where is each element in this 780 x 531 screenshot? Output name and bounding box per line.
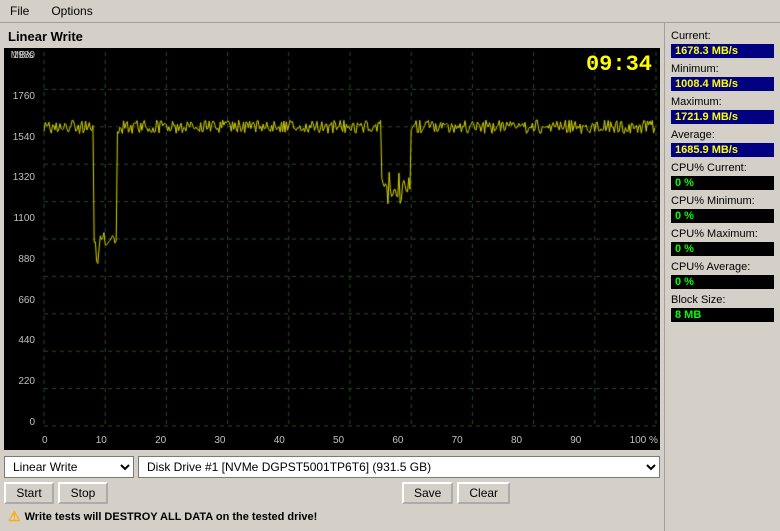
menu-file[interactable]: File [4,2,35,20]
x-label-80: 80 [511,435,522,446]
menu-options[interactable]: Options [45,2,98,20]
y-label-1320: 1320 [6,172,38,183]
maximum-label: Maximum: [671,96,774,108]
minimum-label: Minimum: [671,63,774,75]
drive-select[interactable]: Disk Drive #1 [NVMe DGPST5001TP6T6] (931… [138,456,660,478]
y-axis: 0 220 440 660 880 1100 1320 1540 1760 19… [4,48,40,430]
chart-title: Linear Write [4,27,660,48]
y-unit: MB/s [4,50,40,61]
timer-display: 09:34 [586,52,652,77]
x-label-90: 90 [570,435,581,446]
left-panel: Linear Write 0 220 440 660 880 1100 1320… [0,23,665,531]
x-label-50: 50 [333,435,344,446]
y-label-880: 880 [6,254,38,265]
start-button[interactable]: Start [4,482,54,504]
y-label-1100: 1100 [6,213,38,224]
controls-row: Linear Write Linear Read Random Write Ra… [4,454,660,480]
x-label-40: 40 [274,435,285,446]
clear-button[interactable]: Clear [457,482,510,504]
x-label-20: 20 [155,435,166,446]
buttons-row: Start Stop Save Clear [4,480,660,506]
cpu-minimum-label: CPU% Minimum: [671,195,774,207]
save-button[interactable]: Save [402,482,453,504]
block-size-value: 8 MB [671,308,774,322]
main-container: Linear Write 0 220 440 660 880 1100 1320… [0,23,780,531]
x-label-60: 60 [392,435,403,446]
cpu-maximum-label: CPU% Maximum: [671,228,774,240]
maximum-value: 1721.9 MB/s [671,110,774,124]
current-value: 1678.3 MB/s [671,44,774,58]
cpu-average-label: CPU% Average: [671,261,774,273]
chart-canvas-container: 09:34 [40,48,660,430]
x-label-0: 0 [42,435,48,446]
x-label-30: 30 [214,435,225,446]
average-label: Average: [671,129,774,141]
cpu-current-value: 0 % [671,176,774,190]
current-label: Current: [671,30,774,42]
stop-button[interactable]: Stop [58,482,108,504]
y-label-220: 220 [6,376,38,387]
chart-canvas [40,48,660,430]
x-label-70: 70 [452,435,463,446]
warning-text: Write tests will DESTROY ALL DATA on the… [25,511,318,523]
y-label-1760: 1760 [6,91,38,102]
warning-icon: ⚠ [8,508,21,525]
x-label-100: 100 % [630,435,658,446]
test-select[interactable]: Linear Write Linear Read Random Write Ra… [4,456,134,478]
average-value: 1685.9 MB/s [671,143,774,157]
y-label-1540: 1540 [6,132,38,143]
chart-area: 0 220 440 660 880 1100 1320 1540 1760 19… [4,48,660,450]
cpu-minimum-value: 0 % [671,209,774,223]
y-label-0: 0 [6,417,38,428]
cpu-current-label: CPU% Current: [671,162,774,174]
block-size-label: Block Size: [671,294,774,306]
x-label-10: 10 [96,435,107,446]
right-panel: Current: 1678.3 MB/s Minimum: 1008.4 MB/… [665,23,780,531]
cpu-average-value: 0 % [671,275,774,289]
minimum-value: 1008.4 MB/s [671,77,774,91]
cpu-maximum-value: 0 % [671,242,774,256]
menu-bar: File Options [0,0,780,23]
warning-bar: ⚠ Write tests will DESTROY ALL DATA on t… [4,506,660,527]
x-axis: 0 10 20 30 40 50 60 70 80 90 100 % [40,430,660,450]
y-label-660: 660 [6,295,38,306]
y-label-440: 440 [6,335,38,346]
